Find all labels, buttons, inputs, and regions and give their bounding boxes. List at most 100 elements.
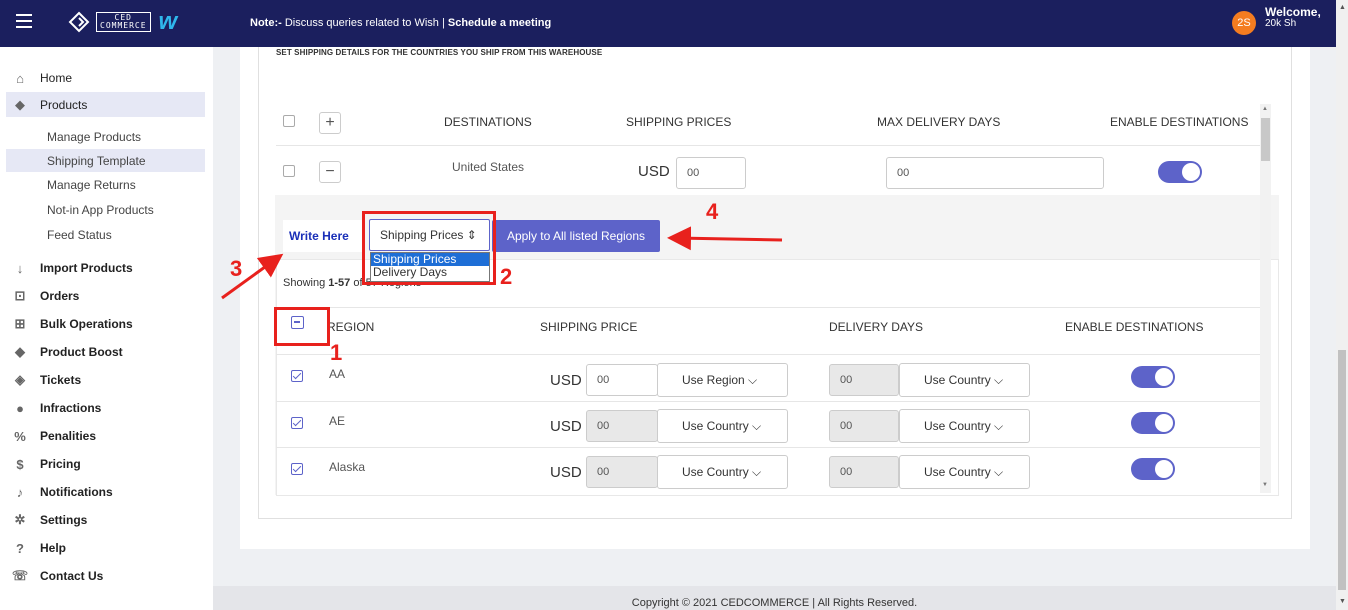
hamburger-menu-icon[interactable]: [16, 14, 32, 28]
avatar[interactable]: 2S: [1232, 11, 1256, 35]
sidebar-sub-shipping-template[interactable]: Shipping Template: [47, 151, 146, 171]
sidebar-sub-feed-status[interactable]: Feed Status: [47, 225, 112, 245]
region-price-mode-select[interactable]: Use Country ⌵: [657, 409, 788, 443]
table-scroll-thumb[interactable]: [1261, 118, 1270, 161]
region-row-checkbox[interactable]: [291, 463, 303, 475]
region-days-mode-select[interactable]: Use Country ⌵: [899, 455, 1030, 489]
note-text: Discuss queries related to Wish |: [281, 17, 448, 29]
region-days-mode-select[interactable]: Use Country ⌵: [899, 363, 1030, 397]
footer: Copyright © 2021 CEDCOMMERCE | All Right…: [213, 586, 1336, 610]
sidebar-item-help[interactable]: ? Help: [12, 537, 66, 559]
enable-destination-toggle[interactable]: [1158, 161, 1202, 183]
cedcommerce-logo[interactable]: CED COMMERCE w: [68, 10, 177, 34]
max-delivery-days-input[interactable]: 00: [886, 157, 1104, 189]
chevron-down-icon: ⌵: [994, 465, 1004, 479]
region-days-input[interactable]: 00: [829, 456, 899, 488]
sidebar-item-home[interactable]: ⌂ Home: [12, 67, 72, 89]
schedule-meeting-link[interactable]: Schedule a meeting: [448, 17, 551, 29]
scroll-down-icon[interactable]: ▼: [1262, 482, 1268, 488]
currency-label: USD: [638, 163, 670, 180]
annotation-number-1: 1: [330, 340, 343, 365]
region-row-checkbox[interactable]: [291, 417, 303, 429]
question-icon: ?: [16, 540, 24, 556]
scroll-thumb[interactable]: [1338, 350, 1346, 590]
header-shipping-prices: SHIPPING PRICES: [626, 115, 732, 129]
region-currency: USD: [550, 418, 582, 435]
region-days-input[interactable]: 00: [829, 364, 899, 396]
section-title: SET SHIPPING DETAILS FOR THE COUNTRIES Y…: [276, 48, 603, 57]
scroll-up-icon[interactable]: ▲: [1262, 106, 1268, 112]
shipping-price-input[interactable]: 00: [676, 157, 746, 189]
sidebar-item-contact-us[interactable]: ☏ Contact Us: [12, 565, 103, 587]
table-scrollbar[interactable]: ▲ ▼: [1260, 104, 1271, 493]
phone-icon: ☏: [11, 568, 29, 583]
region-currency: USD: [550, 372, 582, 389]
ticket-icon: ◈: [15, 372, 25, 387]
header-shipping-price: SHIPPING PRICE: [540, 320, 638, 334]
sidebar-item-penalities[interactable]: % Penalities: [12, 425, 96, 447]
scroll-up-icon[interactable]: ▲: [1339, 4, 1346, 11]
sidebar-sub-not-in-app-products[interactable]: Not-in App Products: [47, 200, 154, 220]
scroll-down-icon[interactable]: ▼: [1339, 598, 1346, 605]
top-bar: CED COMMERCE w Note:- Discuss queries re…: [0, 0, 1336, 47]
header-enable-destinations: ENABLE DESTINATIONS: [1110, 115, 1249, 129]
region-price-mode-select[interactable]: Use Region ⌵: [657, 363, 788, 397]
apply-all-regions-button[interactable]: Apply to All listed Regions: [492, 220, 660, 252]
header-region: REGION: [327, 320, 375, 334]
page-scrollbar[interactable]: ▲ ▼: [1336, 0, 1348, 610]
region-price-input[interactable]: 00: [586, 410, 658, 442]
sidebar-item-pricing[interactable]: $ Pricing: [12, 453, 80, 475]
region-days-mode-select[interactable]: Use Country ⌵: [899, 409, 1030, 443]
chevron-down-icon: ⌵: [752, 419, 762, 433]
logo-diamond-icon: [68, 11, 90, 33]
tag-icon: ◆: [15, 97, 25, 112]
grid-plus-icon: ⊞: [14, 316, 26, 331]
sidebar-item-bulk-operations[interactable]: ⊞ Bulk Operations: [12, 313, 133, 335]
header-delivery-days: DELIVERY DAYS: [829, 320, 924, 334]
sidebar-item-infractions[interactable]: ● Infractions: [12, 397, 101, 419]
region-name: Alaska: [329, 460, 366, 474]
sidebar-item-products[interactable]: ◆ Products: [12, 94, 87, 116]
alert-icon: ●: [16, 400, 24, 416]
region-price-mode-select[interactable]: Use Country ⌵: [657, 455, 788, 489]
sidebar-item-tickets[interactable]: ◈ Tickets: [12, 369, 81, 391]
annotation-box-1: [274, 307, 330, 346]
select-all-checkbox[interactable]: [283, 115, 295, 127]
header-note: Note:- Discuss queries related to Wish |…: [250, 17, 551, 29]
region-enable-toggle[interactable]: [1131, 412, 1175, 434]
region-currency: USD: [550, 464, 582, 481]
sidebar-item-import-products[interactable]: ↓ Import Products: [12, 257, 133, 279]
annotation-number-4: 4: [706, 199, 719, 224]
dollar-icon: $: [16, 456, 24, 472]
region-row-checkbox[interactable]: [291, 370, 303, 382]
annotation-number-3: 3: [230, 256, 243, 281]
annotation-number-2: 2: [500, 264, 513, 289]
sidebar-item-settings[interactable]: ✲ Settings: [12, 509, 88, 531]
logo-line2: COMMERCE: [100, 21, 147, 30]
row-checkbox[interactable]: [283, 165, 295, 177]
write-here-input[interactable]: Write Here: [283, 220, 363, 252]
destination-name: United States: [452, 160, 525, 174]
add-row-button[interactable]: +: [319, 112, 341, 134]
region-name: AE: [329, 414, 346, 428]
chevron-down-icon: ⌵: [994, 373, 1004, 387]
region-enable-toggle[interactable]: [1131, 458, 1175, 480]
welcome-block[interactable]: Welcome, 20k Sh: [1265, 6, 1321, 30]
region-enable-toggle[interactable]: [1131, 366, 1175, 388]
remove-row-button[interactable]: −: [319, 161, 341, 183]
note-label: Note:-: [250, 17, 282, 29]
bell-icon: ♪: [16, 484, 24, 500]
region-price-input[interactable]: 00: [586, 364, 658, 396]
sidebar-sub-manage-products[interactable]: Manage Products: [47, 127, 141, 147]
arrow-down-icon: ↓: [16, 260, 24, 276]
region-days-input[interactable]: 00: [829, 410, 899, 442]
sidebar-sub-manage-returns[interactable]: Manage Returns: [47, 175, 136, 195]
chevron-down-icon: ⌵: [748, 373, 758, 387]
sidebar-item-notifications[interactable]: ♪ Notifications: [12, 481, 113, 503]
region-price-input[interactable]: 00: [586, 456, 658, 488]
header-enable-destinations-2: ENABLE DESTINATIONS: [1065, 320, 1204, 334]
home-icon: ⌂: [16, 70, 24, 86]
sidebar-item-product-boost[interactable]: ◆ Product Boost: [12, 341, 123, 363]
sidebar-item-orders[interactable]: ⊡ Orders: [12, 285, 80, 307]
header-max-delivery-days: MAX DELIVERY DAYS: [877, 115, 1001, 129]
